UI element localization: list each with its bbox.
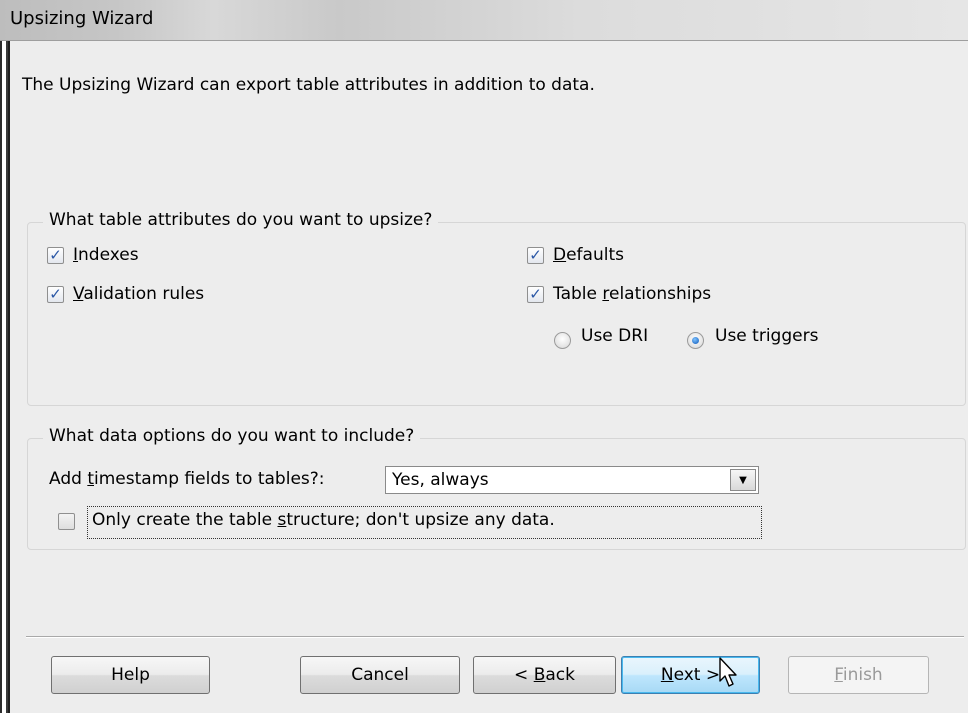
- use-dri-radio[interactable]: [554, 332, 571, 349]
- cancel-button-label: Cancel: [351, 665, 409, 685]
- structure-only-checkbox[interactable]: [58, 513, 75, 530]
- back-button-label: < Back: [514, 665, 575, 685]
- timestamp-label: Add timestamp fields to tables?:: [49, 469, 325, 489]
- timestamp-select[interactable]: Yes, always ▼: [385, 466, 759, 494]
- use-triggers-label[interactable]: Use triggers: [715, 326, 818, 346]
- table-relationships-label[interactable]: Table relationships: [553, 284, 711, 304]
- defaults-checkbox[interactable]: ✓: [527, 247, 544, 264]
- chevron-down-icon[interactable]: ▼: [730, 469, 756, 491]
- window-title: Upsizing Wizard: [10, 8, 154, 29]
- use-dri-label[interactable]: Use DRI: [581, 326, 648, 346]
- checkmark-icon: ✓: [49, 284, 62, 303]
- validation-rules-checkbox[interactable]: ✓: [47, 286, 64, 303]
- table-relationships-checkbox[interactable]: ✓: [527, 286, 544, 303]
- checkmark-icon: ✓: [49, 245, 62, 264]
- attributes-groupbox: [27, 222, 966, 406]
- finish-button-label: Finish: [834, 665, 883, 685]
- indexes-label[interactable]: Indexes: [73, 245, 139, 265]
- intro-text: The Upsizing Wizard can export table att…: [22, 75, 595, 95]
- validation-rules-label[interactable]: Validation rules: [73, 284, 204, 304]
- use-triggers-radio[interactable]: [687, 332, 704, 349]
- wizard-client-area: The Upsizing Wizard can export table att…: [8, 41, 968, 713]
- radio-selected-dot: [692, 337, 699, 344]
- title-bar[interactable]: Upsizing Wizard: [0, 0, 968, 41]
- help-button-label: Help: [111, 665, 150, 685]
- edge-line: [0, 0, 2, 713]
- checkmark-icon: ✓: [529, 284, 542, 303]
- finish-button[interactable]: Finish: [788, 656, 929, 694]
- client-border: [8, 41, 10, 713]
- next-button-label: Next >: [660, 665, 721, 685]
- button-separator: [26, 636, 964, 638]
- defaults-label[interactable]: Defaults: [553, 245, 624, 265]
- structure-only-label[interactable]: Only create the table structure; don't u…: [92, 510, 555, 530]
- data-options-group-legend: What data options do you want to include…: [43, 426, 421, 446]
- attributes-group-legend: What table attributes do you want to ups…: [43, 210, 439, 230]
- help-button[interactable]: Help: [51, 656, 210, 694]
- mouse-pointer-icon: [719, 657, 737, 687]
- timestamp-select-value: Yes, always: [392, 470, 489, 490]
- indexes-checkbox[interactable]: ✓: [47, 247, 64, 264]
- checkmark-icon: ✓: [529, 245, 542, 264]
- back-button[interactable]: < Back: [473, 656, 616, 694]
- cancel-button[interactable]: Cancel: [300, 656, 460, 694]
